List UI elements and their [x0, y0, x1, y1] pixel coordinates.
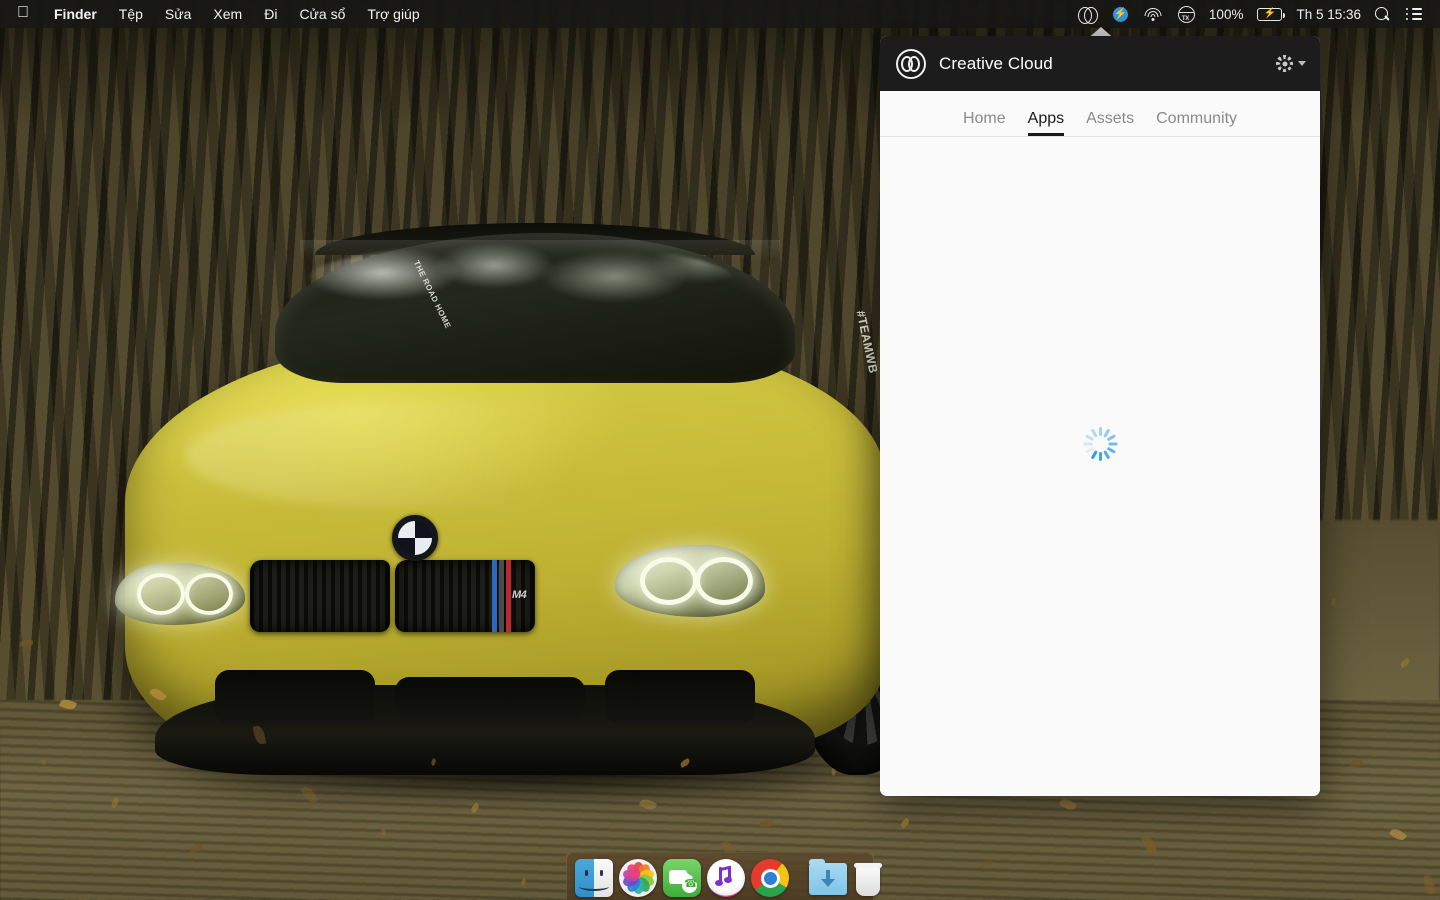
car-angel-eye-3: [137, 573, 185, 615]
car-air-intake-center: [395, 677, 585, 719]
creative-cloud-content-area: [880, 137, 1320, 796]
tab-community[interactable]: Community: [1145, 110, 1248, 136]
notification-center-icon[interactable]: [1398, 0, 1430, 28]
menu-item-file[interactable]: Tệp: [108, 0, 154, 28]
finder-icon: [575, 859, 613, 897]
menu-item-help[interactable]: Trợ giúp: [356, 0, 430, 28]
tab-apps[interactable]: Apps: [1017, 110, 1075, 136]
dock-item-trash[interactable]: [853, 859, 883, 899]
wallpaper-car-bmw-m4: THE ROAD HOME #TEAMWB M4: [95, 215, 925, 805]
car-air-intake-right: [605, 670, 755, 724]
car-m4-badge: M4: [512, 589, 527, 601]
car-decal-right: #TEAMWB: [853, 309, 881, 375]
menu-bar-app-menus:  Finder Tệp Sửa Xem Đi Cửa sổ Trợ giúp: [0, 0, 431, 28]
downloads-folder-icon: [809, 859, 847, 895]
menu-bar-status-items: ⚡ 100% ⚡ Th 5 15:36: [1070, 0, 1440, 28]
creative-cloud-icon[interactable]: [1070, 0, 1105, 28]
facetime-icon: [663, 859, 701, 897]
car-m-stripe-red: [506, 560, 511, 632]
menu-item-window[interactable]: Cửa sổ: [288, 0, 356, 28]
chrome-icon: [751, 859, 789, 897]
creative-cloud-title: Creative Cloud: [939, 53, 1053, 73]
battery-percent-label: 100%: [1208, 6, 1244, 22]
dropbox-icon[interactable]: ⚡: [1105, 0, 1136, 28]
creative-cloud-tab-bar: Home Apps Assets Community: [880, 91, 1320, 137]
macos-menu-bar:  Finder Tệp Sửa Xem Đi Cửa sổ Trợ giúp …: [0, 0, 1440, 28]
photos-icon: [619, 859, 657, 897]
car-angel-eye-2: [695, 557, 753, 605]
trash-icon: [853, 862, 883, 896]
dock-item-itunes[interactable]: [707, 859, 745, 899]
tab-assets[interactable]: Assets: [1075, 110, 1145, 136]
car-m-stripe-grey: [499, 560, 504, 632]
desktop-screen: THE ROAD HOME #TEAMWB M4  Finder: [0, 0, 1440, 900]
spotlight-search-icon[interactable]: [1367, 0, 1398, 28]
dock-item-facetime[interactable]: [663, 859, 701, 899]
creative-cloud-header: Creative Cloud: [880, 36, 1320, 91]
menu-item-view[interactable]: Xem: [202, 0, 253, 28]
menu-item-finder[interactable]: Finder: [43, 0, 108, 28]
creative-cloud-panel: Creative Cloud Home Apps Assets Communit…: [880, 36, 1320, 796]
creative-cloud-settings-button[interactable]: [1276, 55, 1306, 72]
itunes-icon: [707, 859, 745, 897]
loading-spinner-icon: [1083, 426, 1117, 461]
dock-item-downloads[interactable]: [809, 859, 847, 899]
battery-charging-icon[interactable]: ⚡: [1249, 0, 1290, 28]
dock-item-chrome[interactable]: [751, 859, 789, 899]
macos-dock: [566, 852, 882, 900]
creative-cloud-logo-icon: [896, 48, 926, 79]
car-m-stripe-blue: [492, 560, 497, 632]
car-hood-crease: [185, 400, 745, 510]
dock-item-finder[interactable]: [575, 859, 613, 899]
chevron-down-icon: [1298, 61, 1306, 66]
wifi-icon[interactable]: [1136, 0, 1170, 28]
car-angel-eye-1: [640, 557, 698, 605]
car-windshield-band: [300, 240, 780, 260]
car-angel-eye-4: [185, 573, 233, 615]
clock-datetime[interactable]: Th 5 15:36: [1290, 7, 1367, 22]
apple-logo-icon[interactable]: : [0, 0, 43, 28]
bmw-roundel-logo-icon: [392, 515, 438, 561]
menu-item-edit[interactable]: Sửa: [154, 0, 203, 28]
menu-item-go[interactable]: Đi: [253, 0, 288, 28]
car-kidney-grille-left: [250, 560, 390, 632]
gear-icon: [1276, 55, 1293, 72]
input-source-icon[interactable]: [1170, 0, 1203, 28]
dock-item-photos[interactable]: [619, 859, 657, 899]
car-air-intake-left: [215, 670, 375, 724]
tab-home[interactable]: Home: [952, 110, 1017, 136]
